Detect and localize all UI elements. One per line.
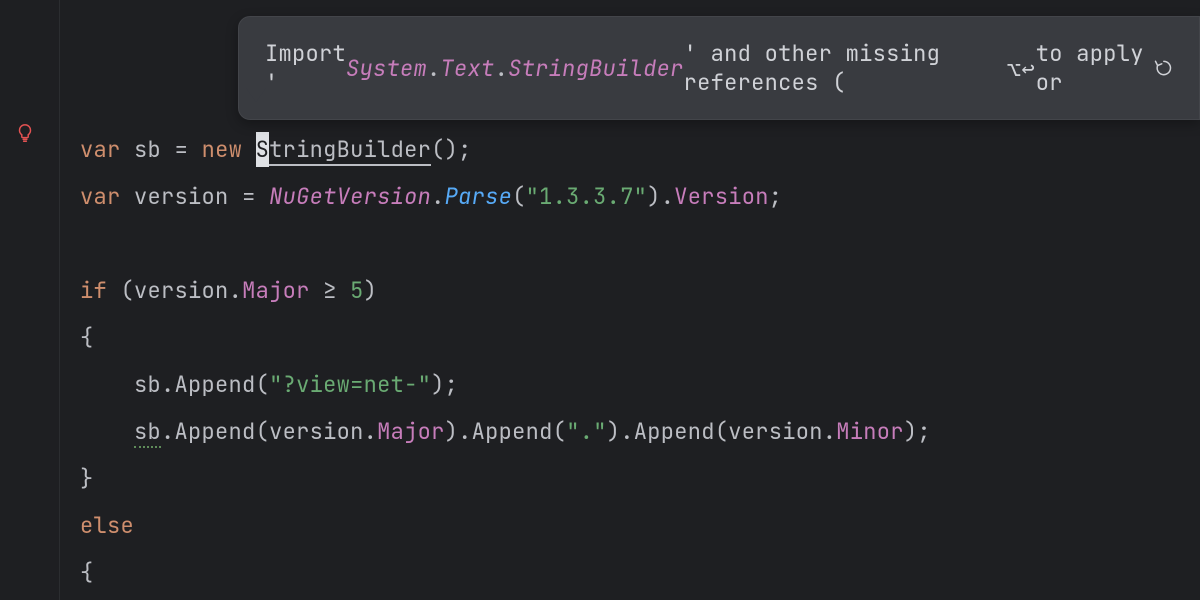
code-line-5[interactable]: { <box>80 314 1200 361</box>
tooltip-prefix: Import ' <box>265 39 346 97</box>
inspection-hint: sb <box>134 417 161 448</box>
code-line-4[interactable]: if (version.Major ≥ 5) <box>80 267 1200 314</box>
editor-gutter <box>0 0 60 600</box>
caret-position: S <box>256 132 270 167</box>
unresolved-type: tringBuilder <box>269 135 431 166</box>
lightbulb-icon[interactable] <box>14 122 36 144</box>
code-line-8[interactable]: } <box>80 455 1200 502</box>
tooltip-namespace-1: System <box>346 54 427 83</box>
tooltip-tail <box>246 88 266 102</box>
history-icon <box>1153 58 1173 78</box>
code-line-6[interactable]: sb.Append("?view=net-"); <box>80 361 1200 408</box>
code-line-3[interactable] <box>80 220 1200 267</box>
code-line-10[interactable]: { <box>80 549 1200 596</box>
shortcut-glyph-icon: ⌥↩ <box>1007 54 1035 83</box>
code-line-2[interactable]: var version = NuGetVersion.Parse("1.3.3.… <box>80 173 1200 220</box>
code-line-9[interactable]: else <box>80 502 1200 549</box>
quickfix-tooltip[interactable]: Import 'System.Text.StringBuilder' and o… <box>238 16 1200 120</box>
tooltip-namespace-2: Text <box>441 54 495 83</box>
code-line-1[interactable]: var sb = new StringBuilder(); <box>80 126 1200 173</box>
tooltip-class: StringBuilder <box>508 54 684 83</box>
code-line-7[interactable]: sb.Append(version.Major).Append(".").App… <box>80 408 1200 455</box>
tooltip-suffix: ' and other missing references ( <box>684 39 1008 97</box>
